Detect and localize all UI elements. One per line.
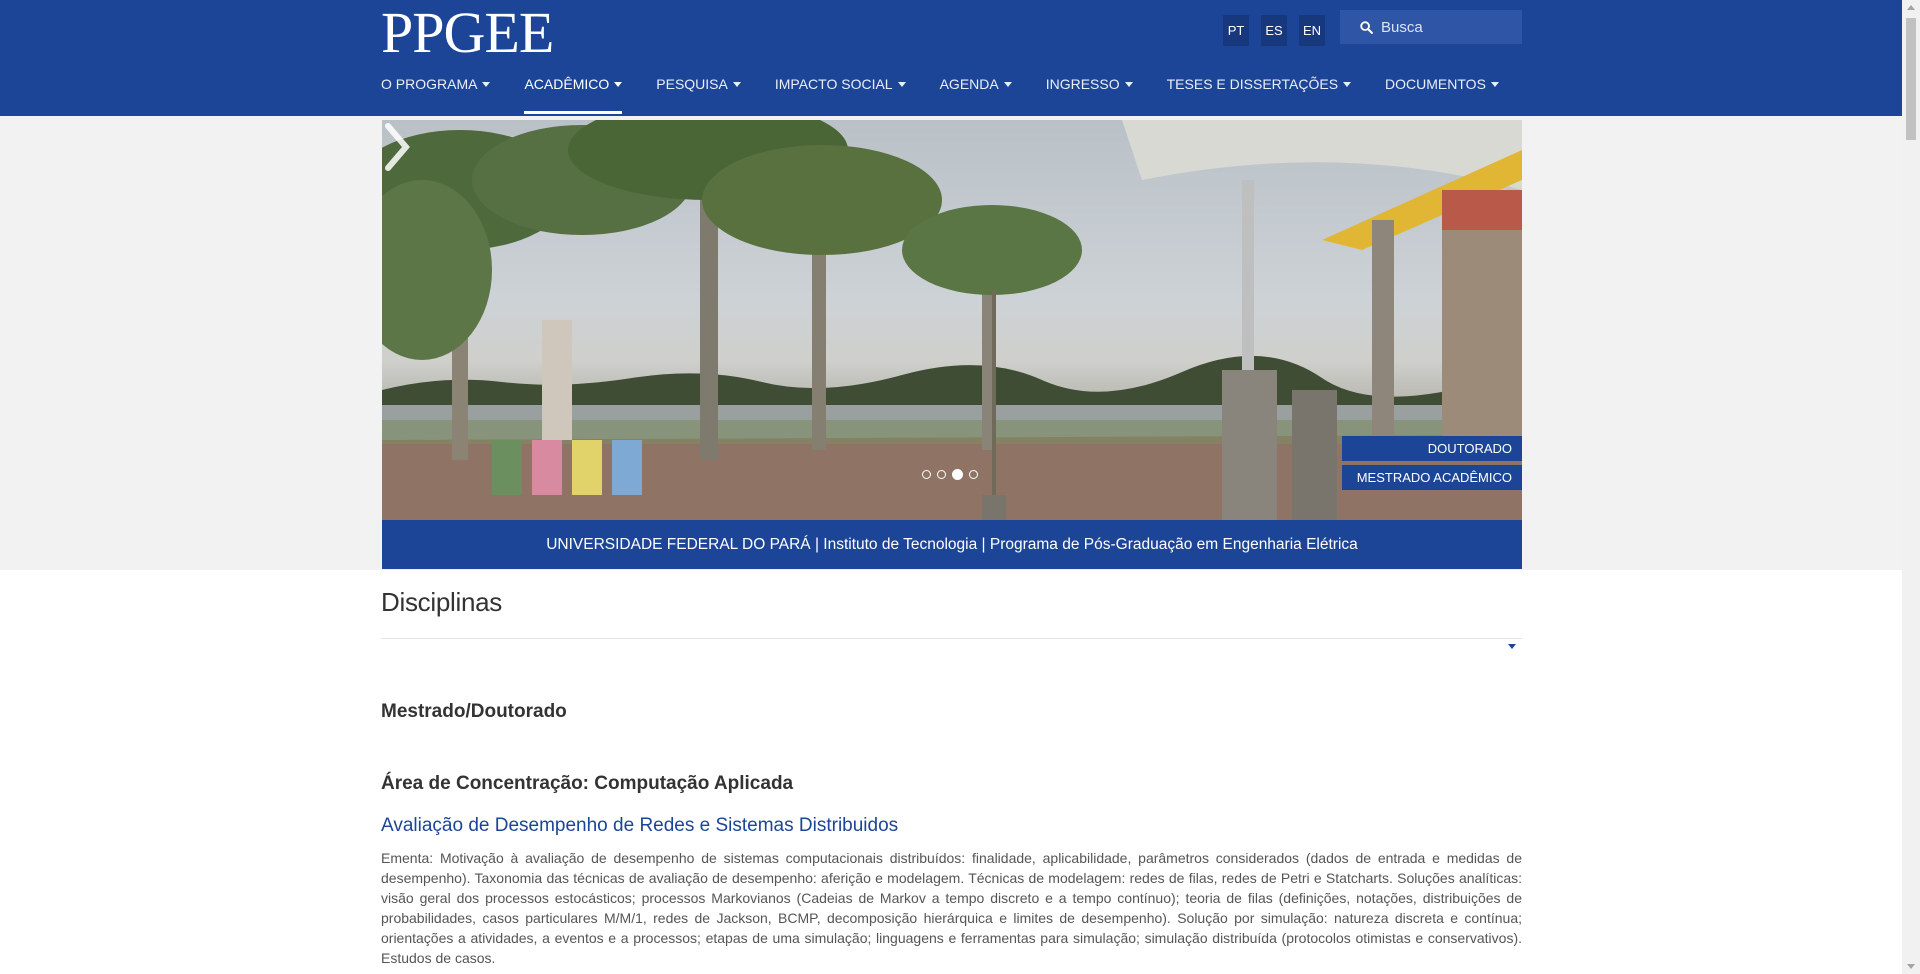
carousel-dot[interactable] — [937, 470, 946, 479]
caret-down-icon — [614, 82, 623, 87]
hero-tab-mestrado-academico[interactable]: MESTRADO ACADÊMICO — [1342, 465, 1522, 490]
scroll-down-arrow-icon[interactable] — [1907, 964, 1915, 969]
area-heading: Área de Concentração: Computação Aplicad… — [381, 773, 794, 794]
nav-item-label: TESES E DISSERTAÇÕES — [1166, 76, 1339, 92]
caret-down-icon — [482, 82, 491, 87]
search-input[interactable] — [1381, 18, 1511, 36]
nav-item-impacto-social[interactable]: IMPACTO SOCIAL — [775, 76, 906, 114]
site-header: PPGEE PT ES EN O PROGRAMA ACADÊMICO PESQ… — [0, 0, 1902, 116]
main-nav: O PROGRAMA ACADÊMICO PESQUISA IMPACTO SO… — [381, 76, 1499, 114]
caret-down-icon — [897, 82, 906, 87]
site-logo[interactable]: PPGEE — [381, 2, 554, 64]
search-icon — [1360, 20, 1373, 34]
lang-en-button[interactable]: EN — [1299, 15, 1325, 46]
nav-item-academico[interactable]: ACADÊMICO — [524, 76, 623, 114]
nav-item-documentos[interactable]: DOCUMENTOS — [1385, 76, 1499, 114]
carousel-indicators — [922, 469, 978, 480]
section-heading: Mestrado/Doutorado — [381, 701, 567, 722]
search-box[interactable] — [1340, 10, 1522, 44]
chevron-right-icon[interactable] — [382, 120, 414, 175]
lang-pt-button[interactable]: PT — [1223, 15, 1249, 46]
caret-down-icon — [1343, 82, 1352, 87]
course-title-link[interactable]: Avaliação de Desempenho de Redes e Siste… — [381, 815, 898, 837]
carousel: DOUTORADO MESTRADO ACADÊMICO — [382, 120, 1522, 520]
nav-item-ingresso[interactable]: INGRESSO — [1046, 76, 1133, 114]
scroll-up-arrow-icon[interactable] — [1907, 5, 1915, 10]
nav-item-label: AGENDA — [939, 76, 999, 92]
nav-item-label: INGRESSO — [1045, 76, 1120, 92]
caret-down-icon — [1124, 82, 1133, 87]
nav-item-label: ACADÊMICO — [524, 76, 610, 92]
nav-item-teses-dissertacoes[interactable]: TESES E DISSERTAÇÕES — [1166, 76, 1352, 114]
carousel-caption: UNIVERSIDADE FEDERAL DO PARÁ | Instituto… — [382, 520, 1522, 569]
caret-down-icon — [1003, 82, 1012, 87]
nav-item-label: O PROGRAMA — [381, 76, 478, 92]
page-title: Disciplinas — [381, 587, 502, 617]
scroll-thumb[interactable] — [1906, 18, 1916, 140]
title-divider — [381, 638, 1522, 639]
lang-es-button[interactable]: ES — [1261, 15, 1287, 46]
carousel-dot[interactable] — [922, 470, 931, 479]
nav-item-pesquisa[interactable]: PESQUISA — [656, 76, 741, 114]
hero-tab-doutorado[interactable]: DOUTORADO — [1342, 436, 1522, 461]
carousel-dot[interactable] — [969, 470, 978, 479]
nav-item-label: DOCUMENTOS — [1385, 76, 1486, 92]
nav-item-label: PESQUISA — [656, 76, 728, 92]
page-scrollbar[interactable] — [1902, 0, 1920, 974]
caret-down-icon — [732, 82, 741, 87]
caret-down-icon — [1490, 82, 1499, 87]
nav-item-label: IMPACTO SOCIAL — [774, 76, 893, 92]
nav-item-agenda[interactable]: AGENDA — [940, 76, 1012, 114]
course-description: Ementa: Motivação à avaliação de desempe… — [381, 850, 1522, 966]
caret-down-icon[interactable] — [1508, 644, 1516, 649]
carousel-dot-active[interactable] — [952, 469, 963, 480]
nav-item-o-programa[interactable]: O PROGRAMA — [381, 76, 491, 114]
